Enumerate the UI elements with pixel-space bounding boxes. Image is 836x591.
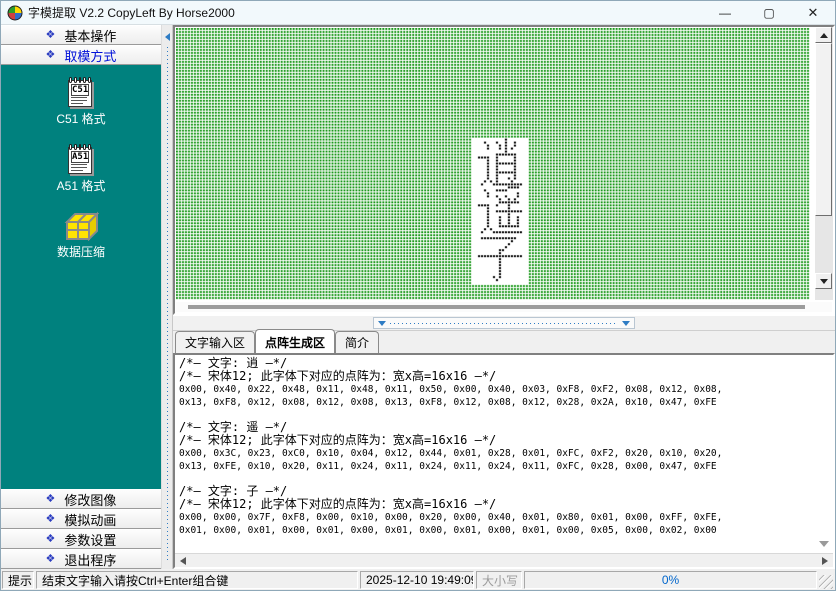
tool-label: C51 格式 — [56, 112, 106, 126]
sidebar: ❖ 基本操作 ❖ 取模方式 C51 C51 格式 A51 A51 格式 数据压缩… — [1, 25, 161, 569]
sidebar-item-simulate-animation[interactable]: ❖ 模拟动画 — [1, 509, 161, 529]
app-window: 字模提取 V2.2 CopyLeft By Horse2000 — ▢ ✕ ❖ … — [0, 0, 836, 591]
diamond-icon: ❖ — [45, 28, 56, 41]
sidebar-item-parameter-settings[interactable]: ❖ 参数设置 — [1, 529, 161, 549]
code-block-zi: /*— 文字: 子 —*/ /*— 宋体12; 此字体下对应的点阵为：宽x高=1… — [179, 485, 817, 537]
tool-label: A51 格式 — [56, 179, 106, 193]
status-datetime: 2025-12-10 19:49:09 — [360, 571, 474, 589]
maximize-button[interactable]: ▢ — [747, 1, 791, 24]
c51-notepad-icon: C51 — [66, 77, 96, 108]
code-line: 0x13, 0xFE, 0x10, 0x20, 0x11, 0x24, 0x11… — [179, 461, 717, 472]
tab-dot-matrix-output[interactable]: 点阵生成区 — [255, 329, 336, 353]
tab-text-input[interactable]: 文字输入区 — [175, 331, 256, 353]
tool-data-compress[interactable]: 数据压缩 — [57, 211, 105, 260]
arrow-down-icon — [819, 278, 828, 284]
text-horizontal-scrollbar[interactable] — [175, 553, 833, 567]
code-line: /*— 宋体12; 此字体下对应的点阵为：宽x高=16x16 —*/ — [179, 369, 497, 383]
arrow-up-icon — [819, 32, 828, 38]
splitter-dots — [167, 47, 168, 563]
grid-vertical-scrollbar[interactable] — [815, 27, 833, 300]
sidebar-item-label: 基本操作 — [64, 28, 117, 44]
sidebar-item-extract-mode[interactable]: ❖ 取模方式 — [1, 45, 161, 65]
code-block-yao: /*— 文字: 遥 —*/ /*— 宋体12; 此字体下对应的点阵为：宽x高=1… — [179, 421, 817, 473]
tab-intro[interactable]: 简介 — [335, 331, 380, 353]
sidebar-item-label: 模拟动画 — [64, 512, 117, 528]
code-line: 0x00, 0x00, 0x7F, 0xF8, 0x00, 0x10, 0x00… — [179, 512, 723, 523]
scroll-right-icon[interactable] — [822, 556, 828, 565]
title-bar: 字模提取 V2.2 CopyLeft By Horse2000 — ▢ ✕ — [1, 1, 835, 25]
tool-panel: C51 C51 格式 A51 A51 格式 数据压缩 — [1, 65, 161, 489]
diamond-icon: ❖ — [45, 48, 56, 61]
window-title: 字模提取 V2.2 CopyLeft By Horse2000 — [28, 6, 235, 20]
minimize-button[interactable]: — — [703, 1, 747, 24]
code-output-area[interactable]: /*— 文字: 逍 —*/ /*— 宋体12; 此字体下对应的点阵为：宽x高=1… — [173, 353, 835, 569]
minimize-icon: — — [719, 5, 731, 20]
code-line: 0x13, 0xF8, 0x12, 0x08, 0x12, 0x08, 0x13… — [179, 397, 717, 408]
dot-matrix-canvas[interactable] — [176, 28, 810, 300]
tab-bar: 文字输入区 点阵生成区 简介 — [173, 329, 835, 353]
splitter-dots — [390, 322, 618, 324]
sidebar-item-basic-ops[interactable]: ❖ 基本操作 — [1, 25, 161, 45]
app-icon — [7, 5, 23, 20]
text-scroll-down-icon[interactable] — [819, 541, 829, 547]
code-line: 0x00, 0x3C, 0x23, 0xC0, 0x10, 0x04, 0x12… — [179, 448, 723, 459]
tool-label: 数据压缩 — [56, 245, 105, 259]
collapse-down-icon — [378, 320, 386, 326]
grid-horizontal-scrollbar[interactable] — [176, 302, 832, 312]
scroll-down-button[interactable] — [815, 273, 832, 289]
tool-c51-format[interactable]: C51 C51 格式 — [56, 77, 106, 127]
scroll-left-icon[interactable] — [180, 556, 186, 565]
compress-cube-icon — [64, 211, 99, 241]
close-icon: ✕ — [807, 4, 819, 20]
sidebar-item-exit-program[interactable]: ❖ 退出程序 — [1, 549, 161, 569]
collapse-down-icon — [622, 320, 630, 326]
diamond-icon: ❖ — [45, 492, 56, 505]
sidebar-item-label: 参数设置 — [64, 532, 117, 548]
dot-matrix-panel — [173, 25, 835, 315]
splitter-handle[interactable] — [373, 317, 635, 329]
code-line: /*— 宋体12; 此字体下对应的点阵为：宽x高=16x16 —*/ — [179, 433, 497, 447]
diamond-icon: ❖ — [45, 532, 56, 545]
scroll-thumb[interactable] — [815, 43, 832, 216]
status-bar: 提示 结束文字输入请按Ctrl+Enter组合键 2025-12-10 19:4… — [1, 569, 835, 590]
diamond-icon: ❖ — [45, 552, 56, 565]
status-hint-label: 提示 — [2, 571, 34, 589]
code-line: 0x01, 0x00, 0x01, 0x00, 0x01, 0x00, 0x01… — [179, 525, 717, 536]
scroll-thumb[interactable] — [188, 305, 805, 309]
close-button[interactable]: ✕ — [791, 1, 835, 24]
sidebar-item-label: 退出程序 — [64, 552, 117, 568]
scroll-up-button[interactable] — [815, 27, 832, 43]
sidebar-item-label: 修改图像 — [64, 492, 117, 508]
code-line: /*— 宋体12; 此字体下对应的点阵为：宽x高=16x16 —*/ — [179, 497, 497, 511]
sidebar-item-label: 取模方式 — [64, 48, 117, 64]
code-line: 0x00, 0x40, 0x22, 0x48, 0x11, 0x48, 0x11… — [179, 384, 723, 395]
status-message: 结束文字输入请按Ctrl+Enter组合键 — [36, 571, 358, 589]
vertical-splitter[interactable] — [161, 25, 173, 569]
code-block-xiao: /*— 文字: 逍 —*/ /*— 宋体12; 此字体下对应的点阵为：宽x高=1… — [179, 357, 817, 409]
resize-grip[interactable] — [819, 575, 833, 589]
main-area: 文字输入区 点阵生成区 简介 /*— 文字: 逍 —*/ /*— 宋体12; 此… — [173, 25, 835, 569]
diamond-icon: ❖ — [45, 512, 56, 525]
a51-notepad-icon: A51 — [66, 144, 96, 175]
tool-a51-format[interactable]: A51 A51 格式 — [56, 144, 106, 194]
collapse-left-icon — [165, 33, 170, 41]
status-caps-indicator: 大小写 — [476, 571, 522, 589]
status-progress: 0% — [524, 571, 817, 589]
sidebar-item-modify-image[interactable]: ❖ 修改图像 — [1, 489, 161, 509]
maximize-icon: ▢ — [763, 5, 775, 20]
